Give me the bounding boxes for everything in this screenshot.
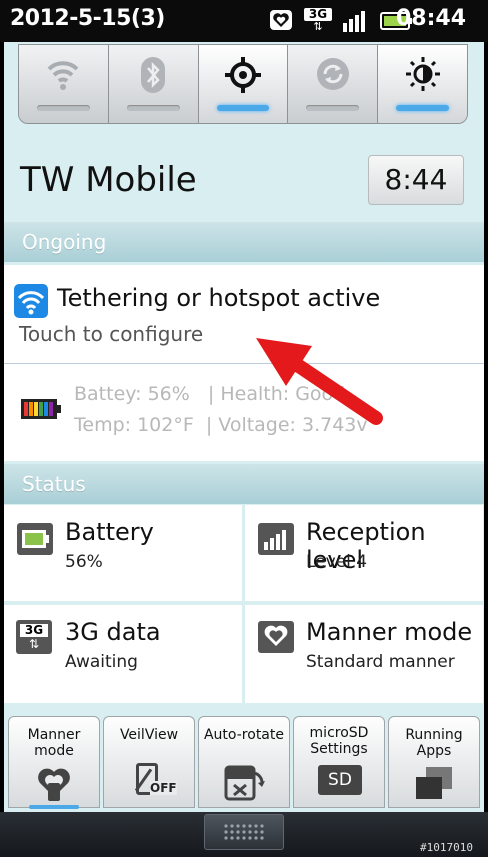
app-microsd-label: microSD Settings — [294, 725, 384, 757]
manner-cell-title: Manner mode — [306, 618, 473, 646]
brightness-toggle[interactable] — [378, 45, 467, 123]
manner-cell-value: Standard manner — [306, 652, 455, 672]
manner-mode-icon — [38, 768, 70, 801]
wifi-icon — [47, 61, 79, 90]
data-arrows-icon: ⇅ — [28, 637, 40, 651]
clock-display: 8:44 — [368, 155, 464, 205]
app-manner-mode[interactable]: Manner mode — [8, 716, 100, 809]
app-microsd-label-2: Settings — [310, 741, 368, 757]
app-veilview[interactable]: VeilView OFF — [103, 716, 195, 808]
tethering-title: Tethering or hotspot active — [57, 284, 381, 312]
battery-cell-value: 56% — [65, 552, 103, 572]
status-date: 2012-5-15(3) — [10, 6, 165, 31]
wifi-toggle[interactable] — [19, 45, 109, 123]
battery-info-notification[interactable] — [4, 364, 484, 461]
grip-dots-icon — [224, 824, 264, 840]
data-cell-title: 3G data — [65, 618, 161, 646]
microsd-badge: SD — [328, 770, 352, 790]
app-running-apps[interactable]: Running Apps — [388, 716, 480, 808]
running-apps-icon — [416, 767, 452, 799]
gps-toggle[interactable] — [198, 45, 289, 123]
brightness-indicator — [396, 105, 449, 111]
sync-indicator — [306, 105, 360, 111]
bluetooth-indicator — [126, 105, 180, 111]
wifi-indicator — [37, 105, 90, 111]
sync-toggle[interactable] — [288, 45, 379, 123]
reception-cell-icon — [258, 523, 294, 555]
app-manner-label: Manner mode — [27, 727, 81, 759]
veilview-icon: OFF — [134, 763, 177, 797]
bluetooth-toggle[interactable] — [108, 45, 199, 123]
brightness-icon — [405, 57, 440, 91]
tethering-subtitle: Touch to configure — [19, 322, 204, 346]
manner-cell-icon — [258, 621, 294, 653]
reception-cell-value: Level 4 — [306, 552, 368, 572]
gps-icon — [224, 57, 261, 93]
manner-mode-indicator — [29, 805, 79, 809]
watermark: #1017010 — [420, 841, 473, 854]
app-veilview-label: VeilView — [119, 727, 179, 743]
app-autorotate-label: Auto-rotate — [203, 727, 284, 743]
hotspot-wifi-icon — [14, 284, 48, 318]
ongoing-header: Ongoing — [4, 222, 484, 262]
carrier-name: TW Mobile — [20, 160, 197, 200]
app-microsd-label-1: microSD — [309, 725, 369, 741]
bluetooth-icon — [141, 57, 166, 93]
battery-cell-icon — [17, 523, 53, 555]
tethering-notification[interactable] — [4, 265, 484, 364]
veilview-off-badge: OFF — [150, 781, 177, 795]
app-running-label: Running Apps — [405, 727, 463, 759]
sync-icon — [316, 58, 349, 90]
data-cell-icon-label: 3G — [20, 624, 48, 637]
up-down-arrows-icon: ⇅ — [313, 20, 323, 33]
battery-meter-icon — [21, 399, 61, 419]
data-cell-icon: 3G ⇅ — [16, 620, 52, 654]
panel-drag-handle[interactable] — [204, 814, 284, 850]
app-auto-rotate[interactable]: Auto-rotate — [198, 716, 290, 808]
status-time: 08:44 — [396, 6, 467, 31]
status-header: Status — [4, 464, 484, 504]
signal-icon — [343, 11, 365, 32]
quick-settings-row — [18, 44, 468, 124]
battery-cell-title: Battery — [65, 518, 154, 546]
annotation-arrow — [256, 338, 383, 425]
microsd-icon: SD — [318, 765, 362, 795]
network-3g-icon: 3G ⇅ — [304, 8, 332, 34]
app-microsd-settings[interactable]: microSD Settings SD — [293, 716, 385, 808]
auto-rotate-icon — [224, 765, 265, 801]
gps-indicator — [216, 105, 270, 111]
heart-status-icon — [270, 10, 292, 30]
data-cell-value: Awaiting — [65, 652, 138, 672]
